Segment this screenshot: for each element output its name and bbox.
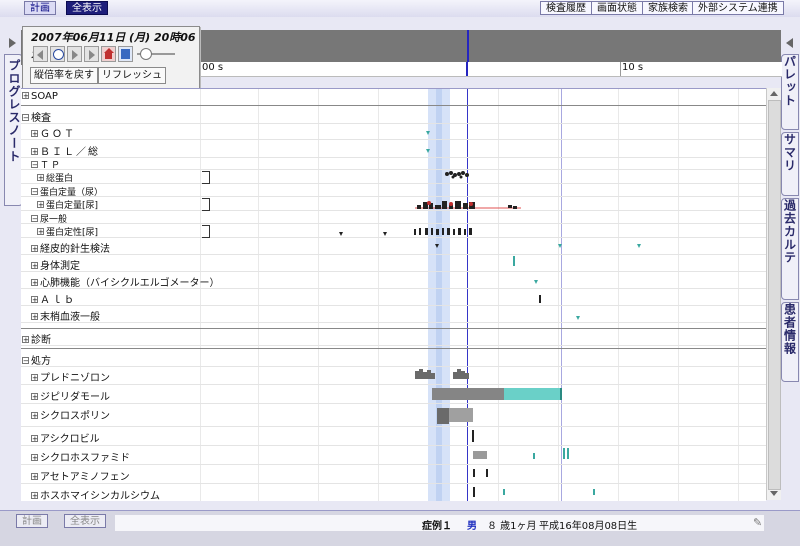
fosfomycin-mark — [473, 487, 475, 497]
clock-icon — [53, 49, 64, 60]
right-collapse-button[interactable] — [783, 36, 797, 50]
urine-qualitative-marks — [339, 228, 472, 236]
case-label: 症例１ — [422, 521, 452, 532]
home-button[interactable] — [101, 46, 116, 62]
patient-status-strip: 症例１ 男 ８ 歳1ヶ月 平成16年08月08日生 ✎ — [115, 515, 764, 532]
tab-past-records-label: 過去カルテ — [782, 199, 797, 264]
birth-label: 平成16年08月08日生 — [539, 521, 638, 532]
acetaminophen-mark — [486, 469, 488, 477]
bil-marker — [426, 149, 430, 153]
tab-palette[interactable]: パレット — [781, 54, 799, 130]
total-protein-cluster — [445, 171, 469, 179]
age-label: ８ 歳1ヶ月 — [487, 521, 537, 532]
top-toolbar: 計画 全表示 検査履歴 画面状態 家族検索 外部システム連携 — [0, 0, 800, 18]
scroll-up-icon[interactable] — [770, 91, 778, 96]
biopsy-marker — [435, 244, 439, 248]
download-button[interactable] — [118, 46, 133, 62]
prednisolone-bars — [415, 369, 469, 379]
triangle-left-icon — [786, 38, 793, 48]
next-button[interactable] — [67, 46, 82, 62]
reset-zoom-button[interactable]: 縦倍率を戻す — [30, 67, 98, 84]
show-all-button[interactable]: 全表示 — [66, 1, 108, 15]
left-collapse-button[interactable] — [4, 36, 20, 50]
forward-icon — [89, 50, 95, 60]
tab-summary-label: サマリ — [782, 133, 797, 172]
cbc-marker — [576, 316, 580, 320]
cyclosporine-bar — [449, 408, 473, 422]
biopsy-marker — [637, 244, 641, 248]
plan-button[interactable]: 計画 — [24, 1, 56, 15]
time-cursor-line[interactable] — [467, 30, 469, 65]
scroll-down-icon[interactable] — [770, 491, 778, 496]
ruler-label-10: 10 s — [622, 62, 644, 73]
cyclosporine-bar — [437, 408, 449, 424]
family-search-button[interactable]: 家族検索 — [642, 1, 694, 15]
cardio-marker — [534, 280, 538, 284]
zoom-slider-thumb[interactable] — [140, 48, 152, 60]
external-link-button[interactable]: 外部システム連携 — [692, 1, 784, 15]
time-ruler: 00 s 10 s — [200, 62, 782, 77]
dipyridamole-teal-bar — [504, 388, 562, 400]
bottom-show-all-button[interactable]: 全表示 — [64, 514, 106, 528]
prev-icon — [37, 50, 43, 60]
tab-past-records[interactable]: 過去カルテ — [781, 198, 799, 300]
dipyridamole-gray-bar — [432, 388, 504, 400]
clock-button[interactable] — [50, 46, 65, 62]
timeline-grid[interactable]: + SOAP − 検査 +ＧＯＴ +ＢＩＬ／総 −ＴＰ + 総蛋白 − 蛋白定量（尿） … — [21, 88, 766, 501]
date-control-panel: 2007年06月11日 (月) 20時06分 縦倍率を戻す リフレッシュ — [22, 26, 200, 90]
forward-button[interactable] — [84, 46, 99, 62]
sex-label: 男 — [467, 521, 477, 532]
ruler-label-0: 00 s — [202, 62, 224, 73]
acyclovir-mark — [472, 430, 474, 442]
scroll-thumb[interactable] — [768, 100, 781, 490]
home-icon — [105, 53, 112, 59]
screen-state-button[interactable]: 画面状態 — [591, 1, 643, 15]
refresh-button[interactable]: リフレッシュ — [98, 67, 166, 84]
biopsy-marker — [558, 244, 562, 248]
tab-patient-info-label: 患者情報 — [782, 303, 797, 355]
got-marker — [426, 131, 430, 135]
download-icon — [121, 49, 130, 59]
tab-patient-info[interactable]: 患者情報 — [781, 302, 799, 382]
next-icon — [72, 50, 78, 60]
exam-history-button[interactable]: 検査履歴 — [540, 1, 592, 15]
triangle-right-icon — [9, 38, 16, 48]
prev-button[interactable] — [33, 46, 48, 62]
tab-summary[interactable]: サマリ — [781, 132, 799, 196]
vertical-scrollbar[interactable] — [766, 88, 781, 500]
tab-palette-label: パレット — [782, 55, 797, 107]
timeline-marks — [339, 131, 641, 497]
cyclophosphamide-bar — [473, 451, 487, 459]
pin-icon[interactable]: ✎ — [753, 516, 762, 529]
body-measure-mark — [513, 256, 515, 266]
bottom-plan-button[interactable]: 計画 — [16, 514, 48, 528]
alb-mark — [539, 295, 541, 303]
acetaminophen-mark — [473, 469, 475, 477]
